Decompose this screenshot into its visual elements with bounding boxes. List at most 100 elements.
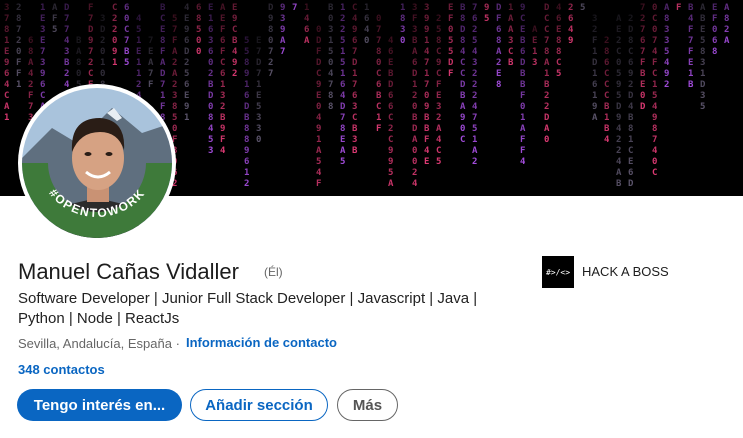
svg-text:9: 9 [652,113,657,123]
svg-text:9: 9 [352,25,357,35]
svg-text:6: 6 [184,36,189,46]
svg-text:9: 9 [460,113,465,123]
svg-text:B: B [388,69,394,79]
svg-text:5: 5 [244,47,249,57]
svg-text:F: F [412,14,417,24]
svg-text:2: 2 [16,3,21,13]
svg-text:F: F [52,14,57,24]
svg-text:4: 4 [436,135,442,145]
svg-text:7: 7 [28,102,33,112]
profile-photo-frame[interactable]: #OPENTOWORK [18,84,176,242]
more-button[interactable]: Más [337,389,398,421]
svg-text:0: 0 [76,69,81,79]
svg-text:9: 9 [244,146,249,156]
svg-text:2: 2 [268,58,273,68]
svg-text:A: A [592,113,598,123]
svg-text:E: E [424,157,429,167]
svg-text:E: E [256,36,261,46]
svg-text:9: 9 [568,36,573,46]
svg-text:1: 1 [136,69,141,79]
svg-text:7: 7 [652,36,657,46]
svg-text:3: 3 [592,14,597,24]
svg-text:B: B [412,113,418,123]
svg-text:D: D [496,3,502,13]
svg-text:1: 1 [508,3,513,13]
svg-text:3: 3 [424,3,429,13]
svg-text:4: 4 [232,47,238,57]
svg-text:4: 4 [664,58,670,68]
svg-text:4: 4 [364,25,370,35]
svg-text:5: 5 [580,3,585,13]
svg-text:A: A [172,47,178,57]
svg-text:6: 6 [496,25,501,35]
svg-text:7: 7 [640,3,645,13]
svg-text:8: 8 [196,14,201,24]
svg-text:9: 9 [424,102,429,112]
svg-text:5: 5 [172,14,177,24]
svg-text:2: 2 [640,14,645,24]
svg-text:8: 8 [208,113,213,123]
svg-text:A: A [316,146,322,156]
svg-text:7: 7 [352,80,357,90]
svg-text:6: 6 [184,80,189,90]
add-section-button[interactable]: Añadir sección [190,389,328,421]
company-logo[interactable]: #>/<> [542,256,574,288]
svg-text:0: 0 [460,124,465,134]
svg-text:1: 1 [472,135,477,145]
svg-text:5: 5 [184,69,189,79]
svg-text:E: E [532,36,537,46]
svg-text:B: B [688,80,694,90]
svg-text:1: 1 [340,3,345,13]
svg-text:5: 5 [172,113,177,123]
svg-text:7: 7 [4,14,9,24]
svg-text:C: C [460,135,465,145]
svg-text:9: 9 [184,102,189,112]
svg-text:B: B [460,3,466,13]
svg-text:C: C [460,58,465,68]
svg-text:6: 6 [220,69,225,79]
contact-info-link[interactable]: Información de contacto [186,335,337,350]
separator: · [175,336,180,351]
company-name[interactable]: HACK A BOSS [582,264,669,279]
company-logo-text: #>/<> [545,267,571,277]
svg-text:2: 2 [340,25,345,35]
svg-text:8: 8 [724,14,729,24]
svg-text:A: A [280,36,286,46]
svg-text:E: E [316,91,321,101]
svg-text:4: 4 [136,14,142,24]
profile-headline: Software Developer | Junior Full Stack D… [18,290,478,327]
svg-text:6: 6 [592,80,597,90]
svg-text:A: A [160,58,166,68]
svg-text:A: A [724,3,730,13]
open-to-button[interactable]: Tengo interés en... [17,389,182,421]
svg-text:A: A [76,47,82,57]
svg-text:1: 1 [136,36,141,46]
svg-text:8: 8 [244,135,249,145]
svg-text:2: 2 [16,36,21,46]
svg-text:2: 2 [100,36,105,46]
svg-text:8: 8 [244,58,249,68]
connections-link[interactable]: 348 contactos [18,362,105,377]
svg-text:6: 6 [28,36,33,46]
svg-text:2: 2 [208,69,213,79]
svg-text:3: 3 [400,25,405,35]
svg-text:0: 0 [268,36,273,46]
svg-text:1: 1 [136,58,141,68]
svg-text:7: 7 [256,69,261,79]
svg-text:0: 0 [376,14,381,24]
svg-text:9: 9 [388,146,393,156]
svg-text:D: D [100,25,106,35]
svg-text:8: 8 [496,80,501,90]
svg-text:8: 8 [376,47,381,57]
svg-text:0: 0 [520,102,525,112]
svg-text:5: 5 [448,36,453,46]
avatar[interactable]: #OPENTOWORK [22,88,172,238]
svg-text:A: A [664,3,670,13]
svg-text:F: F [16,69,21,79]
svg-text:4: 4 [184,3,190,13]
svg-text:2: 2 [496,58,501,68]
svg-text:4: 4 [616,157,622,167]
svg-text:D: D [544,113,550,123]
svg-text:E: E [4,47,9,57]
svg-text:2: 2 [544,102,549,112]
